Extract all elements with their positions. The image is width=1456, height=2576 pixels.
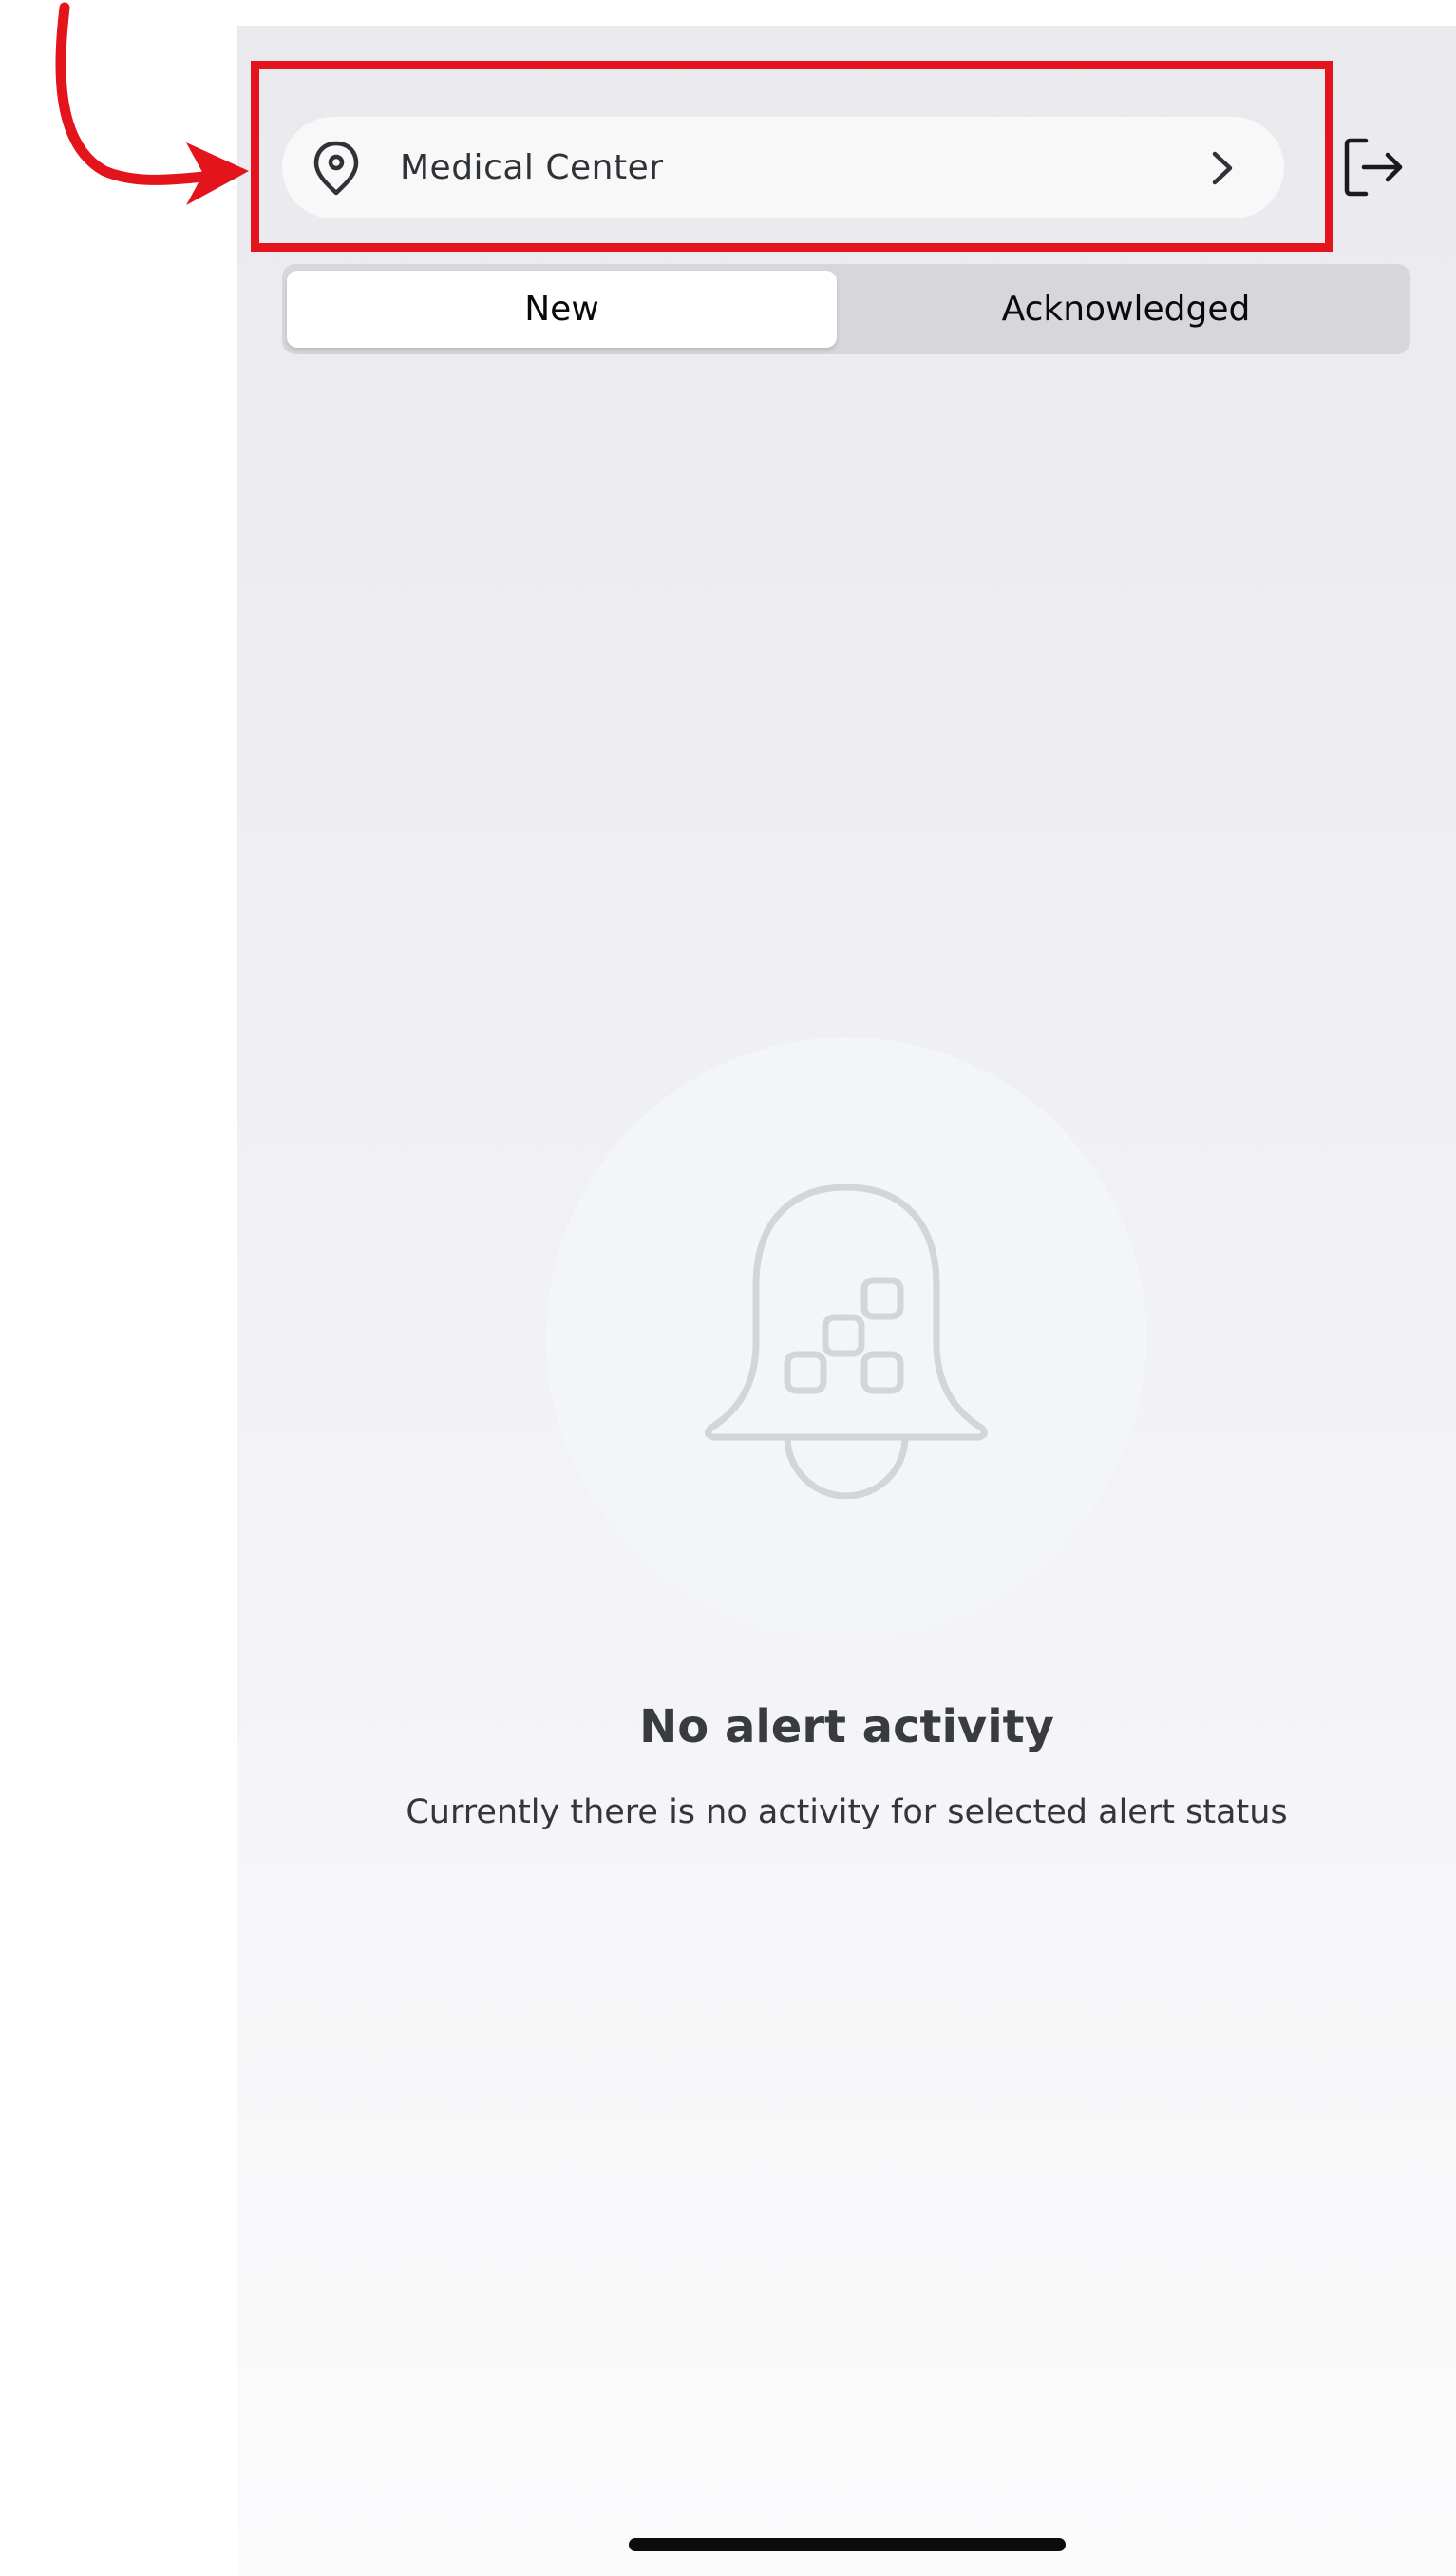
alert-status-segmented-control: New Acknowledged [282,264,1410,354]
annotation-arrow [55,2,249,205]
bell-icon [705,1184,988,1499]
empty-state-title: No alert activity [639,1700,1054,1753]
annotation-highlight-box [251,61,1333,252]
tab-new[interactable]: New [287,271,837,348]
empty-state-subtitle: Currently there is no activity for selec… [406,1793,1288,1831]
logout-icon[interactable] [1343,136,1406,199]
tab-acknowledged[interactable]: Acknowledged [846,271,1406,348]
home-indicator [629,2538,1066,2551]
